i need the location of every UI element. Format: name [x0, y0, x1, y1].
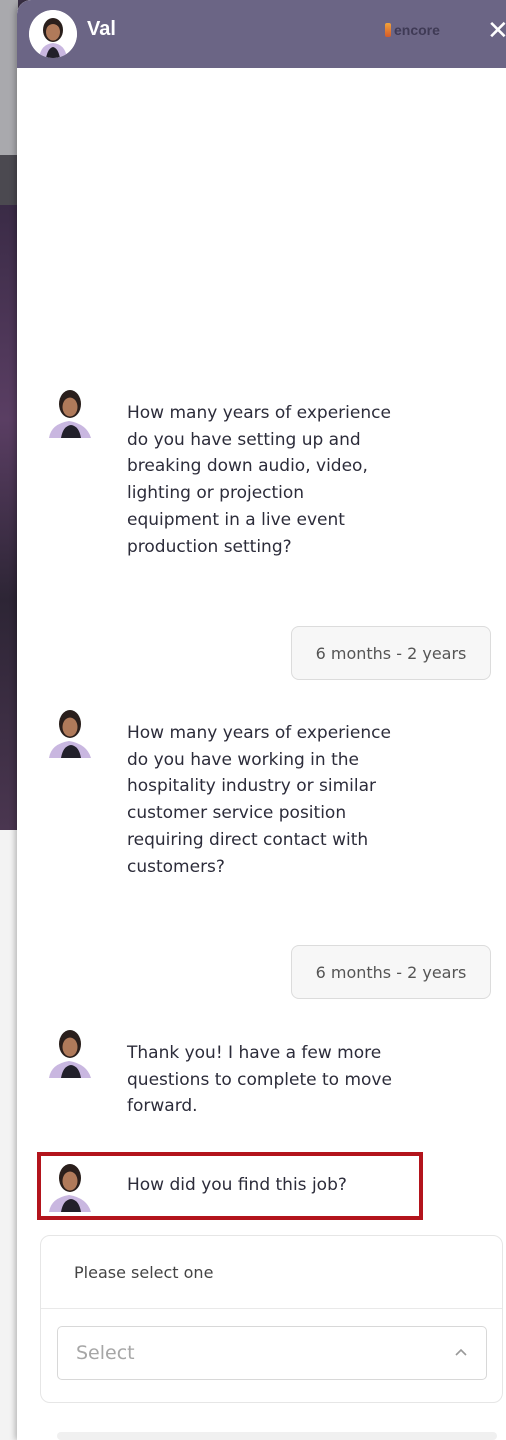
source-select-dropdown[interactable]: Select — [57, 1326, 487, 1380]
bot-message: Thank you! I have a few more questions t… — [127, 1043, 392, 1117]
chevron-up-icon — [455, 1348, 467, 1356]
encore-logo-icon — [385, 23, 391, 37]
bot-avatar — [45, 384, 95, 438]
user-message-bubble: 6 months - 2 years — [291, 626, 491, 680]
select-prompt: Please select one — [74, 1263, 214, 1282]
bot-avatar — [45, 1024, 95, 1078]
select-card: Please select one Select — [40, 1235, 503, 1403]
brand-logo: encore — [385, 22, 440, 38]
user-message-bubble: 6 months - 2 years — [291, 945, 491, 999]
chat-header: Val encore ✕ — [17, 0, 506, 68]
brand-text: encore — [394, 22, 440, 38]
bot-avatar — [45, 704, 95, 758]
bottom-input-edge — [57, 1432, 497, 1440]
bot-message: How many years of experience do you have… — [127, 723, 391, 877]
agent-avatar — [29, 10, 77, 58]
agent-name: Val — [87, 18, 116, 40]
select-placeholder: Select — [76, 1342, 135, 1364]
divider — [41, 1308, 502, 1309]
background-page — [0, 0, 18, 1440]
bot-message: How many years of experience do you have… — [127, 403, 391, 557]
highlight-annotation — [37, 1152, 423, 1220]
chat-widget: Val encore ✕ How many years of experienc… — [17, 0, 506, 1440]
close-icon[interactable]: ✕ — [487, 16, 506, 46]
